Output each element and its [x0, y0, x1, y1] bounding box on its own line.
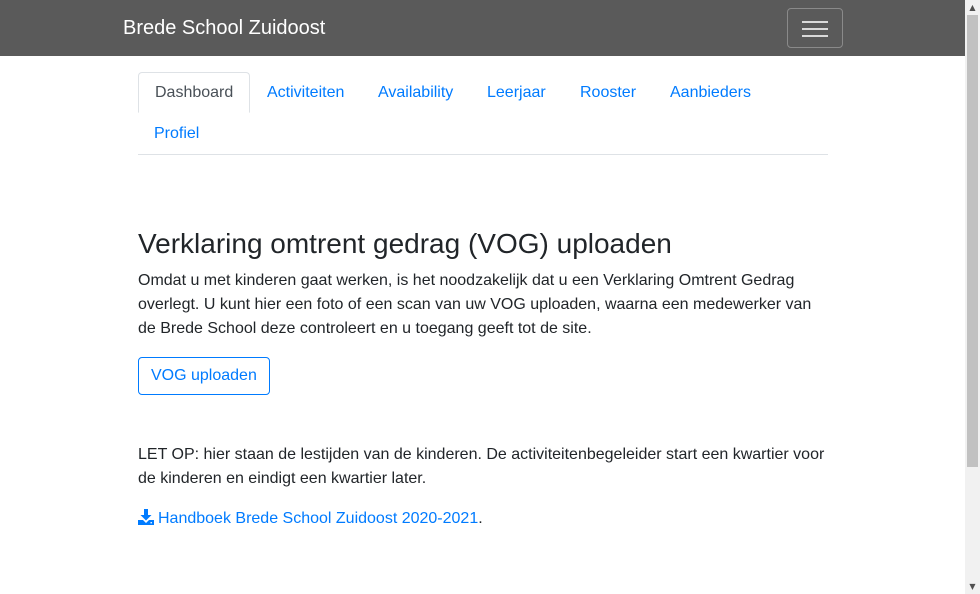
vertical-scrollbar[interactable]: ▲ ▼: [965, 0, 980, 594]
handbook-download: Handboek Brede School Zuidoost 2020-2021…: [138, 507, 483, 531]
vog-description: Omdat u met kinderen gaat werken, is het…: [138, 272, 812, 337]
tab-activiteiten[interactable]: Activiteiten: [251, 72, 360, 113]
tab-aanbieders[interactable]: Aanbieders: [654, 72, 767, 113]
vog-heading: Verklaring omtrent gedrag (VOG) uploaden: [138, 228, 672, 259]
handbook-download-link[interactable]: Handboek Brede School Zuidoost 2020-2021: [138, 509, 479, 527]
navbar: Brede School Zuidoost: [0, 0, 965, 56]
schedule-note: LET OP: hier staan de lestijden van de k…: [138, 446, 825, 487]
nav-tabs: Dashboard Activiteiten Availability Leer…: [138, 72, 828, 155]
tab-leerjaar[interactable]: Leerjaar: [471, 72, 562, 113]
scroll-down-arrow-icon[interactable]: ▼: [965, 579, 980, 594]
handbook-download-suffix: .: [478, 510, 483, 527]
navbar-brand[interactable]: Brede School Zuidoost: [123, 17, 325, 39]
main-content: Dashboard Activiteiten Availability Leer…: [138, 72, 828, 527]
tab-rooster[interactable]: Rooster: [564, 72, 652, 113]
download-icon: [138, 509, 154, 525]
scrollbar-thumb[interactable]: [967, 15, 978, 467]
navbar-toggler-button[interactable]: [787, 8, 843, 48]
tab-dashboard[interactable]: Dashboard: [138, 72, 251, 113]
scroll-up-arrow-icon[interactable]: ▲: [965, 0, 980, 15]
tab-profiel[interactable]: Profiel: [138, 113, 215, 154]
vog-upload-button[interactable]: VOG uploaden: [138, 357, 270, 395]
handbook-download-label: Handboek Brede School Zuidoost 2020-2021: [158, 510, 479, 527]
tab-availability[interactable]: Availability: [362, 72, 469, 113]
